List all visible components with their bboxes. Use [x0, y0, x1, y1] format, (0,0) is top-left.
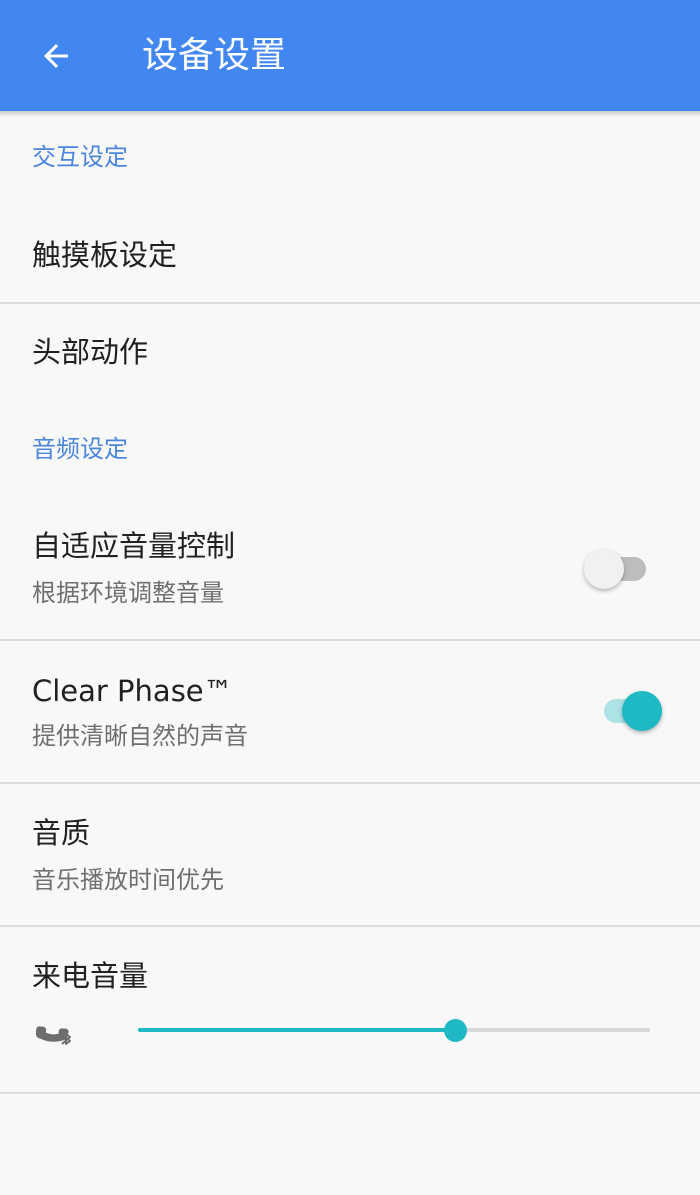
- ring-volume-title: 来电音量: [32, 959, 149, 993]
- toggle-thumb: [584, 549, 624, 589]
- sound-quality-item[interactable]: 音质 音乐播放时间优先: [0, 784, 700, 925]
- section-header-interaction: 交互设定: [32, 143, 128, 171]
- head-gesture-label: 头部动作: [32, 335, 149, 369]
- page-title: 设备设置: [142, 35, 287, 76]
- bluetooth-call-icon: [32, 1008, 78, 1054]
- adaptive-volume-subtitle: 根据环境调整音量: [32, 579, 224, 607]
- app-bar-shadow: [0, 111, 700, 117]
- sound-quality-subtitle: 音乐播放时间优先: [32, 866, 224, 894]
- toggle-thumb: [622, 691, 662, 731]
- clear-phase-toggle[interactable]: [598, 691, 662, 731]
- ring-volume-slider[interactable]: [138, 1012, 650, 1048]
- clear-phase-subtitle: 提供清晰自然的声音: [32, 722, 248, 750]
- clear-phase-item[interactable]: Clear Phase™ 提供清晰自然的声音: [0, 641, 700, 782]
- section-header-audio: 音频设定: [32, 435, 128, 463]
- adaptive-volume-toggle[interactable]: [584, 549, 648, 589]
- adaptive-volume-title: 自适应音量控制: [32, 529, 236, 563]
- slider-thumb[interactable]: [444, 1019, 467, 1042]
- head-gesture-item[interactable]: 头部动作: [0, 304, 700, 394]
- arrow-back-icon: [44, 44, 68, 68]
- touchpad-settings-item[interactable]: 触摸板设定: [0, 205, 700, 302]
- clear-phase-title: Clear Phase™: [32, 674, 233, 708]
- back-button[interactable]: [24, 24, 88, 88]
- divider: [0, 925, 700, 927]
- divider: [0, 1092, 700, 1094]
- app-bar: 设备设置: [0, 0, 700, 111]
- touchpad-settings-label: 触摸板设定: [32, 238, 178, 272]
- slider-fill: [138, 1028, 455, 1032]
- sound-quality-title: 音质: [32, 816, 91, 850]
